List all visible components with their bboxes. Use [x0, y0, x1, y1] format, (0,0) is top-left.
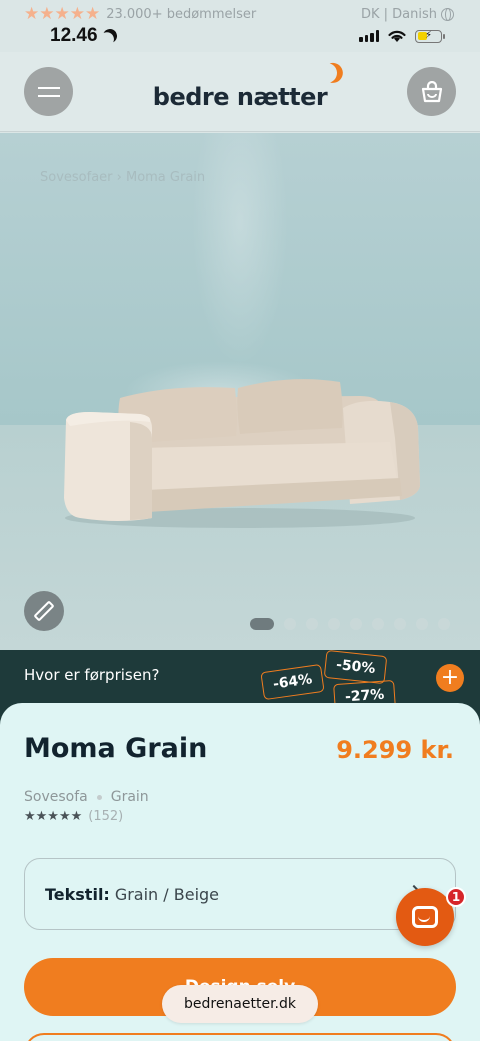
carousel-dot[interactable] — [350, 618, 362, 630]
product-variant: Grain — [110, 789, 149, 805]
status-icons: ⚡ — [359, 29, 445, 43]
product-price: 9.299 kr. — [336, 736, 454, 764]
promo-question: Hvor er førprisen? — [24, 666, 160, 684]
carousel-dot[interactable] — [416, 618, 428, 630]
wifi-icon — [388, 30, 406, 42]
product-reviews[interactable]: ★★★★★ (152) — [24, 809, 123, 824]
browser-url-bar[interactable]: bedrenaetter.dk — [162, 985, 318, 1023]
chat-bubble-icon — [412, 906, 438, 928]
cart-button[interactable] — [407, 67, 456, 116]
product-gallery[interactable]: Sovesofaer › Moma Grain — [0, 133, 480, 650]
separator-dot — [96, 794, 102, 800]
rating-stars: ★★★★★ — [24, 4, 101, 24]
textile-label: Tekstil: — [45, 884, 110, 904]
cellular-signal-icon — [359, 30, 379, 42]
breadcrumb[interactable]: Sovesofaer › Moma Grain — [40, 170, 205, 185]
focus-moon-icon — [101, 27, 119, 45]
rating-summary: ★★★★★ 23.000+ bedømmelser — [24, 4, 256, 24]
product-meta: Sovesofa Grain — [24, 789, 149, 805]
ruler-icon — [33, 600, 55, 622]
carousel-dot[interactable] — [394, 618, 406, 630]
charging-bolt-icon: ⚡ — [425, 29, 433, 41]
carousel-dot[interactable] — [328, 618, 340, 630]
carousel-dot[interactable] — [250, 618, 274, 630]
hamburger-icon — [37, 86, 60, 97]
carousel-dot[interactable] — [438, 618, 450, 630]
carousel-dot[interactable] — [306, 618, 318, 630]
product-title: Moma Grain — [24, 733, 208, 764]
battery-icon: ⚡ — [415, 29, 445, 43]
discount-tag: -50% — [323, 649, 388, 685]
review-count: (152) — [88, 809, 124, 824]
expand-promo-button[interactable]: + — [436, 664, 464, 692]
site-header: bedre nætter — [0, 52, 480, 132]
carousel-dot[interactable] — [372, 618, 384, 630]
status-time: 12.46 — [50, 25, 117, 47]
status-bar: 12.46 ⚡ — [0, 22, 480, 50]
clock: 12.46 — [50, 25, 98, 46]
review-stars: ★★★★★ — [24, 809, 83, 824]
discount-tag: -64% — [260, 663, 325, 701]
logo-text: bedre nætter — [152, 82, 328, 111]
carousel-indicators[interactable] — [250, 618, 450, 630]
sofa-product-image — [64, 379, 420, 528]
shopping-basket-icon — [421, 80, 442, 102]
chat-notification-badge: 1 — [446, 887, 466, 907]
site-logo[interactable]: bedre nætter — [152, 82, 328, 111]
menu-button[interactable] — [24, 67, 73, 116]
textile-value: Grain / Beige — [114, 884, 220, 904]
secondary-action-button[interactable] — [24, 1033, 456, 1041]
product-category: Sovesofa — [24, 789, 88, 805]
measurements-button[interactable] — [24, 591, 64, 631]
globe-icon — [441, 7, 454, 21]
rating-text: 23.000+ bedømmelser — [106, 6, 257, 22]
carousel-dot[interactable] — [284, 618, 296, 630]
locale-selector[interactable]: DK | Danish — [361, 7, 454, 22]
locale-label: DK | Danish — [360, 6, 437, 22]
textile-selector[interactable]: Tekstil: Grain / Beige — [24, 858, 456, 930]
